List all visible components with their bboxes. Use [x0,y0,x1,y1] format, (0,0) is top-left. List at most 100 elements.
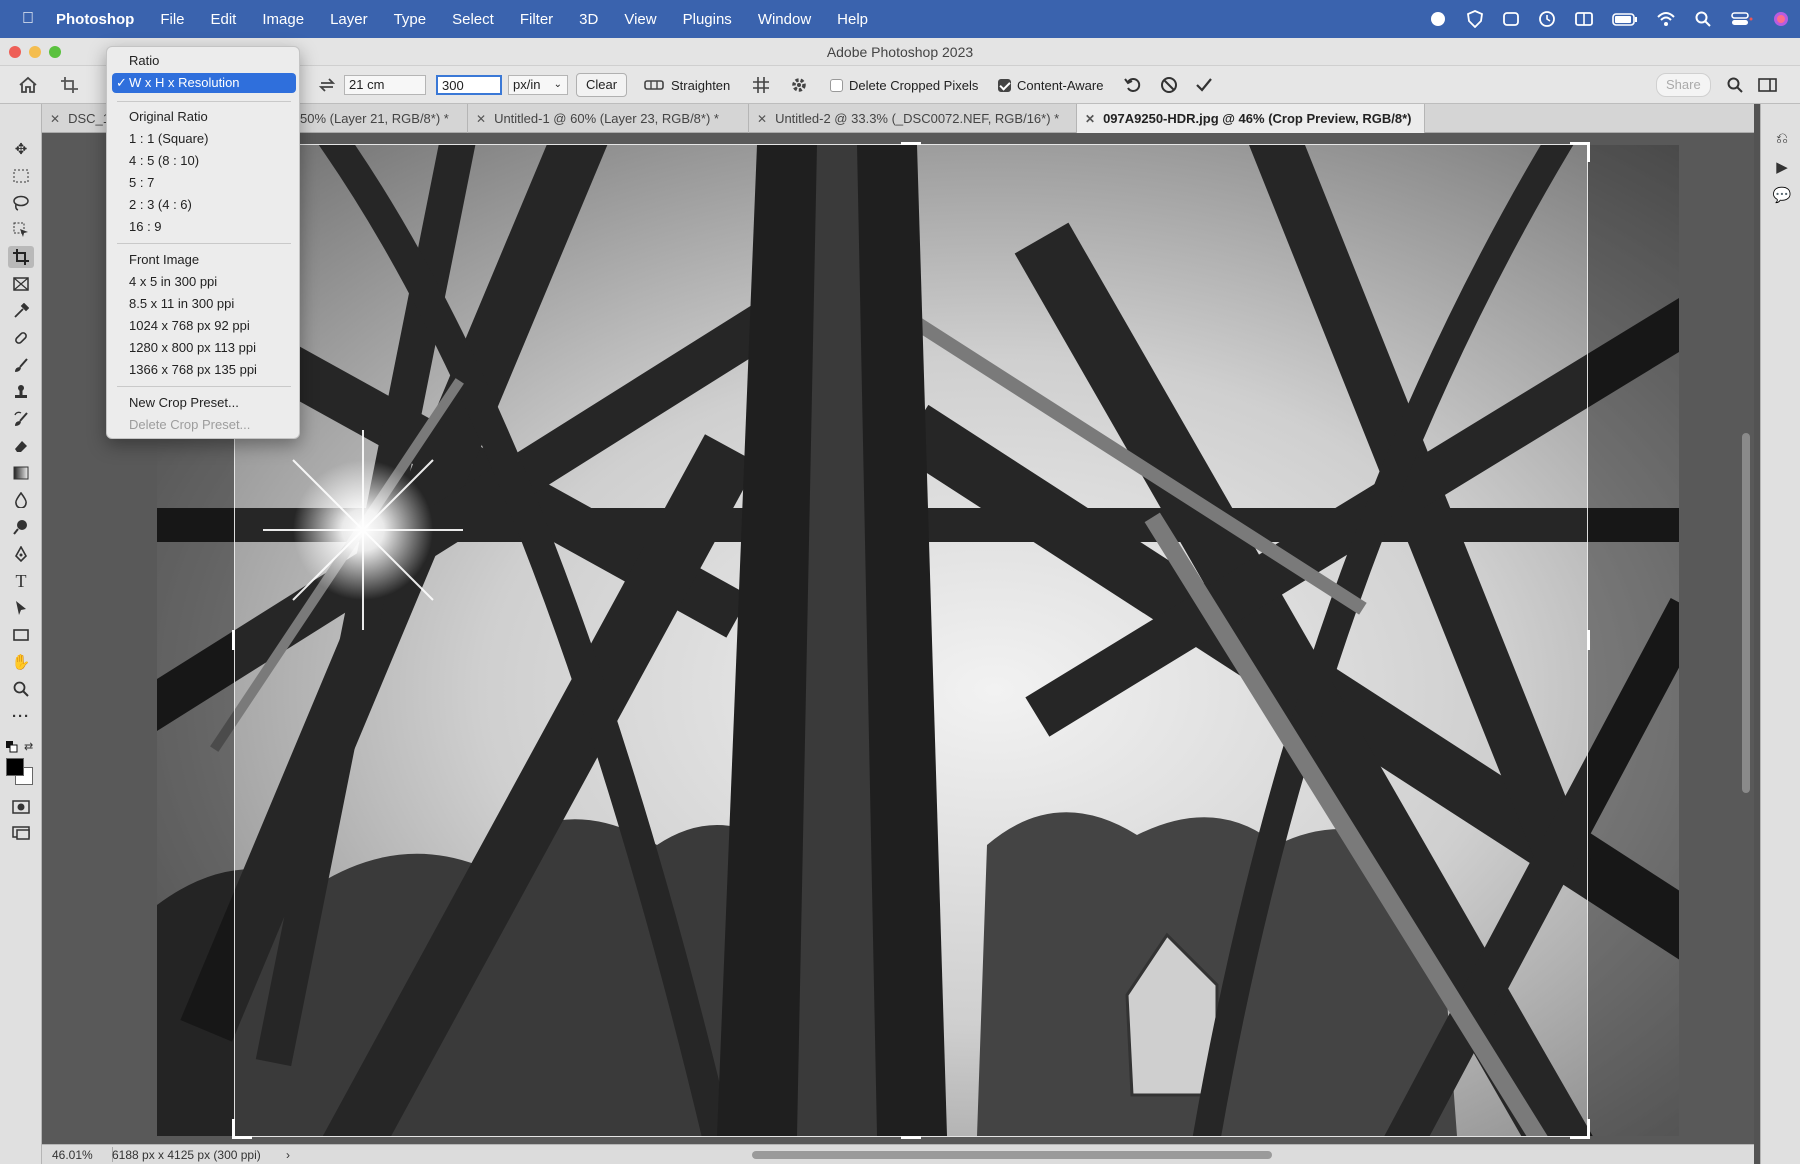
apple-icon[interactable]:  [0,10,56,28]
menu-help[interactable]: Help [824,11,881,28]
straighten-button[interactable]: Straighten [644,66,730,104]
home-button[interactable] [18,66,38,104]
close-tab-icon[interactable]: ✕ [757,112,767,126]
preset-1366x768[interactable]: 1366 x 768 px 135 ppi [129,360,257,380]
control-center-icon[interactable] [1730,10,1754,28]
edit-toolbar-button[interactable]: ··· [8,705,34,727]
history-panel-button[interactable]: ⎌ [1772,130,1792,150]
close-tab-icon[interactable]: ✕ [476,112,486,126]
menu-select[interactable]: Select [439,11,507,28]
move-tool[interactable]: ✥ [8,138,34,160]
blur-tool[interactable] [8,489,34,511]
preset-2-3[interactable]: 2 : 3 (4 : 6) [129,195,192,215]
preset-square[interactable]: 1 : 1 (Square) [129,129,209,149]
minimize-window-button[interactable] [29,46,41,58]
history-brush-tool[interactable] [8,408,34,430]
menu-file[interactable]: File [147,11,197,28]
preset-4x5-300[interactable]: 4 x 5 in 300 ppi [129,272,217,292]
preset-16-9[interactable]: 16 : 9 [129,217,162,237]
tool-preset-picker[interactable] [60,66,80,104]
cloud-icon[interactable] [1428,10,1448,28]
clone-stamp-tool[interactable] [8,381,34,403]
object-select-tool[interactable] [8,219,34,241]
crop-handle-bottom[interactable] [901,1136,921,1139]
marquee-tool[interactable] [8,165,34,187]
crop-box[interactable] [232,142,1590,1139]
crop-handle-bottom-left[interactable] [232,1136,252,1139]
reset-crop-button[interactable] [1124,66,1142,104]
workspace-button[interactable] [1758,66,1778,104]
preset-8-5x11-300[interactable]: 8.5 x 11 in 300 ppi [129,294,234,314]
delete-cropped-checkbox[interactable] [830,78,843,92]
healing-tool[interactable] [8,327,34,349]
crop-handle-top-right-v[interactable] [1587,142,1590,162]
doc-tab[interactable]: ✕ DSC_1 [42,104,114,133]
battery-icon[interactable] [1612,10,1638,28]
menu-layer[interactable]: Layer [317,11,381,28]
preset-5-7[interactable]: 5 : 7 [129,173,154,193]
menu-window[interactable]: Window [745,11,824,28]
screen-mode-button[interactable] [8,822,34,844]
doc-tab-active[interactable]: ✕ 097A9250-HDR.jpg @ 46% (Crop Preview, R… [1077,104,1425,133]
crop-handle-right[interactable] [1587,630,1590,650]
close-tab-icon[interactable]: ✕ [1085,112,1095,126]
crop-handle-bottom-left-v[interactable] [232,1119,235,1139]
type-tool[interactable]: T [8,570,34,592]
frame-tool[interactable] [8,273,34,295]
status-menu-arrow[interactable]: › [286,1145,290,1164]
eraser-tool[interactable] [8,435,34,457]
content-aware-toggle[interactable]: Content-Aware [998,66,1103,104]
path-select-tool[interactable] [8,597,34,619]
pen-tool[interactable] [8,543,34,565]
preset-original-ratio[interactable]: Original Ratio [129,107,208,127]
preset-1280x800[interactable]: 1280 x 800 px 113 ppi [129,338,256,358]
dodge-tool[interactable] [8,516,34,538]
spotlight-icon[interactable] [1694,10,1712,28]
doc-tab[interactable]: 50% (Layer 21, RGB/8*) * [300,104,468,133]
new-crop-preset[interactable]: New Crop Preset... [129,393,239,413]
preset-front-image[interactable]: Front Image [129,250,199,270]
share-button[interactable]: Share [1656,73,1711,97]
content-aware-checkbox[interactable] [998,78,1011,92]
clear-button[interactable]: Clear [576,73,628,97]
menu-filter[interactable]: Filter [507,11,566,28]
menu-edit[interactable]: Edit [198,11,250,28]
display-icon[interactable] [1574,10,1594,28]
comments-panel-button[interactable]: 💬 [1772,186,1792,206]
resolution-field[interactable]: 300 [436,75,502,95]
gradient-tool[interactable] [8,462,34,484]
menu-plugins[interactable]: Plugins [670,11,745,28]
menu-3d[interactable]: 3D [566,11,611,28]
crop-handle-left[interactable] [232,630,235,650]
crop-settings-button[interactable] [790,66,808,104]
eyedropper-tool[interactable] [8,300,34,322]
doc-tab[interactable]: ✕ Untitled-1 @ 60% (Layer 23, RGB/8*) * [468,104,749,133]
brush-tool[interactable] [8,354,34,376]
foreground-color-swatch[interactable] [6,758,24,776]
horizontal-scrollbar[interactable] [752,1151,1272,1159]
doc-tab[interactable]: ✕ Untitled-2 @ 33.3% (_DSC0072.NEF, RGB/1… [749,104,1077,133]
shield-icon[interactable] [1466,10,1484,28]
extension-icon[interactable] [1502,10,1520,28]
zoom-level[interactable]: 46.01% [52,1145,93,1164]
zoom-window-button[interactable] [49,46,61,58]
swap-dimensions-button[interactable] [318,66,336,104]
preset-1024x768[interactable]: 1024 x 768 px 92 ppi [129,316,250,336]
delete-cropped-toggle[interactable]: Delete Cropped Pixels [830,66,978,104]
overlay-options-button[interactable] [752,66,770,104]
siri-icon[interactable] [1772,10,1790,28]
zoom-tool[interactable] [8,678,34,700]
menu-view[interactable]: View [611,11,669,28]
hand-tool[interactable]: ✋ [8,651,34,673]
swap-colors-icon[interactable]: ⇄ [24,740,33,753]
crop-handle-bottom-right-v[interactable] [1587,1119,1590,1139]
preset-whr-selected[interactable]: ✓ W x H x Resolution [112,73,296,93]
menu-image[interactable]: Image [249,11,317,28]
default-colors-icon[interactable] [6,740,18,753]
cancel-crop-button[interactable] [1160,66,1178,104]
search-button[interactable] [1726,66,1744,104]
height-field[interactable]: 21 cm [344,75,426,95]
crop-tool[interactable] [8,246,34,268]
vertical-scrollbar[interactable] [1742,433,1750,793]
rectangle-tool[interactable] [8,624,34,646]
